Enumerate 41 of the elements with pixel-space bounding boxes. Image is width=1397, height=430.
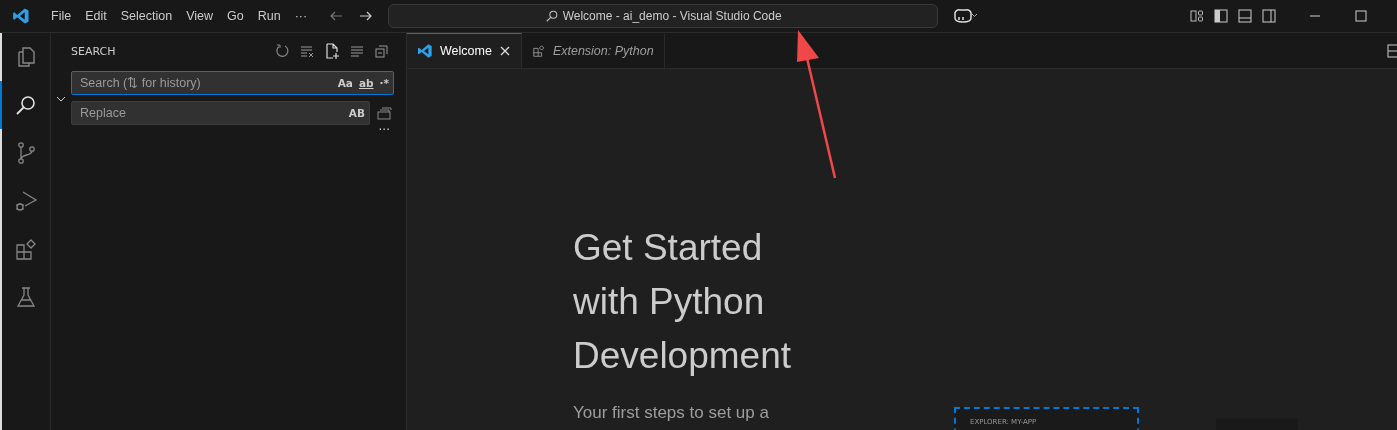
layout-icon[interactable] [1189,8,1205,24]
menu-item[interactable]: Edit [78,9,114,23]
menu-item[interactable]: ··· [287,9,315,23]
menu-item[interactable]: Selection [113,9,180,23]
collapse-all-icon[interactable] [374,43,390,59]
editor-tab[interactable]: Extension: Python [521,33,665,68]
menu-item[interactable]: Go [220,9,251,23]
editor-tab[interactable]: Welcome [407,33,522,68]
search-icon [14,93,38,117]
menu-item[interactable]: File [44,9,79,23]
sidebar-toggle-icon[interactable] [1213,8,1229,24]
search-icon [544,9,559,23]
command-center[interactable]: Welcome - ai_demo - Visual Studio Code [388,4,939,28]
app-logo-icon [417,43,433,59]
more-options[interactable]: ··· [378,123,390,137]
copilot-icon[interactable] [952,8,979,24]
refresh-icon[interactable] [274,43,290,59]
welcome-subtitle: Your first steps to set up a [573,403,770,423]
close-icon[interactable] [498,45,511,57]
panel-toggle-icon[interactable] [1237,8,1253,24]
menu-item[interactable]: Run [250,9,288,23]
app-logo-icon [12,7,30,25]
welcome-heading: Get Started with Python Development [573,226,792,378]
flask-icon [14,285,38,309]
search-option[interactable]: ab [358,77,374,89]
sidebar-title: SEARCH [71,44,116,58]
clear-results-icon[interactable] [299,43,315,59]
search-option[interactable]: Aa [337,77,353,89]
search-field[interactable]: Search (⇅ for history) Aa ab ·* [71,71,394,95]
maximize-icon[interactable] [1353,8,1369,24]
search-option[interactable]: ·* [379,77,389,89]
extensions-icon [14,237,38,261]
replace-field[interactable]: Replace AB [71,101,370,125]
preserve-case-option[interactable]: AB [348,107,365,119]
split-layout-icon[interactable] [1261,8,1277,24]
menu-item[interactable]: View [179,9,220,23]
collapse-list-icon[interactable] [349,43,365,59]
extensions-icon [531,44,546,58]
replace-all-icon[interactable] [376,105,392,121]
new-file-icon[interactable] [324,43,340,59]
run-debug-icon [14,189,38,213]
